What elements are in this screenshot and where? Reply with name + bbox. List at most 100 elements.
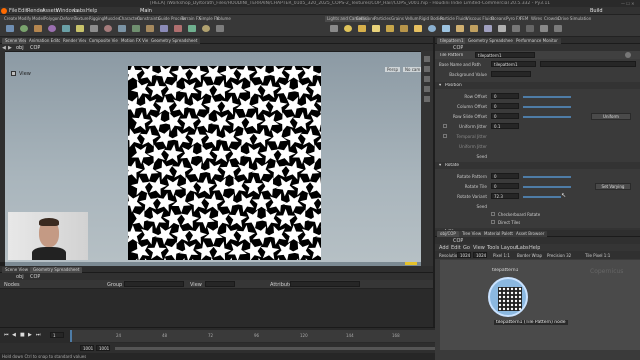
gamepad-camera-tool-icon[interactable]	[554, 25, 562, 32]
resolution-y[interactable]: 1024	[473, 252, 487, 258]
group-field[interactable]	[124, 281, 184, 287]
path-cop[interactable]: COP	[30, 45, 40, 51]
forward-arrow-icon[interactable]: ▶	[8, 45, 12, 51]
row-slide-slider[interactable]	[523, 116, 571, 118]
row-offset-field[interactable]: 0	[491, 93, 519, 99]
border-mode[interactable]: Border Wrap	[517, 253, 542, 258]
shelf-tab-texture[interactable]: Texture	[74, 16, 89, 22]
torus-tool-icon[interactable]	[48, 25, 56, 32]
stereo-camera-tool-icon[interactable]	[512, 25, 520, 32]
rotate-tile-field[interactable]: 0	[491, 183, 519, 189]
uniform-dropdown[interactable]: Uniform	[591, 113, 631, 120]
shelf-tab-vellum[interactable]: Vellum	[405, 16, 419, 22]
sky-light-tool-icon[interactable]	[442, 25, 450, 32]
view-dropdown[interactable]: View	[190, 282, 202, 288]
rotate-variant-field[interactable]: 72.3	[491, 193, 519, 199]
menu-help[interactable]: Help	[86, 8, 97, 14]
shelf-tab-polygon[interactable]: Polygon	[44, 16, 60, 22]
resolution-x[interactable]: 1024	[457, 252, 471, 258]
display-options-icon[interactable]	[424, 56, 430, 62]
tube-tool-icon[interactable]	[34, 25, 42, 32]
play-forward-icon[interactable]: ▶	[28, 332, 32, 338]
persp-menu[interactable]: Persp	[385, 67, 400, 72]
network-editor[interactable]: Copernicus tilepattern1 tilepattern1 (Ti…	[440, 260, 640, 350]
row-offset-slider[interactable]	[523, 96, 571, 98]
shelf-tab-crowds[interactable]: Crowds	[544, 16, 559, 22]
shelf-tab-fem[interactable]: FEM	[520, 16, 528, 22]
base-name-field[interactable]: tilepattern1	[491, 61, 536, 67]
play-back-icon[interactable]: ⏮	[4, 332, 9, 338]
skip-end-icon[interactable]: ⏭	[36, 332, 41, 338]
platonic-tool-icon[interactable]	[174, 25, 182, 32]
shelf-tab-muscles[interactable]: Muscles	[104, 16, 120, 22]
metaball-tool-icon[interactable]	[202, 25, 210, 32]
frame-start-field-2[interactable]: 1001	[96, 345, 110, 351]
curve-tool-icon[interactable]	[118, 25, 126, 32]
column-offset-slider[interactable]	[523, 106, 571, 108]
rotate-pattern-field[interactable]: 0	[491, 173, 519, 179]
shelf-tab-oceans[interactable]: Oceans	[491, 16, 506, 22]
base-path-field[interactable]	[540, 61, 636, 67]
environment-light-tool-icon[interactable]	[428, 25, 436, 32]
menu-labs[interactable]: Labs	[74, 8, 86, 14]
shelf-tab-create[interactable]: Create	[4, 16, 17, 22]
point-light-tool-icon[interactable]	[344, 25, 352, 32]
line-tool-icon[interactable]	[90, 25, 98, 32]
shelf-tab-modify[interactable]: Modify	[18, 16, 31, 22]
shelf-tab-particle-fluids[interactable]: Particle Fluids	[440, 16, 468, 22]
snapshot-icon[interactable]	[424, 66, 430, 72]
shelf-tab-drive-simulation[interactable]: Drive Simulation	[558, 16, 591, 22]
geometry-light-tool-icon[interactable]	[386, 25, 394, 32]
uniform-jitter-field[interactable]: 0.1	[491, 123, 519, 129]
menu-file[interactable]: File	[9, 8, 17, 14]
lights-icon[interactable]	[424, 96, 430, 102]
shelf-tab-grains[interactable]: Grains	[391, 16, 404, 22]
box-tool-icon[interactable]	[6, 25, 14, 32]
grid-tool-icon[interactable]	[62, 25, 70, 32]
lsystem-tool-icon[interactable]	[188, 25, 196, 32]
caustic-light-tool-icon[interactable]	[470, 25, 478, 32]
rotate-tile-slider[interactable]	[523, 186, 571, 188]
gi-light-tool-icon[interactable]	[456, 25, 464, 32]
pixel-size[interactable]: Pixel 1:1	[493, 253, 510, 258]
window-controls[interactable]: — ☐ ✕	[621, 1, 637, 6]
node-name-field[interactable]: tilepattern1	[475, 52, 535, 58]
checkerboard-rotate-checkbox[interactable]	[491, 212, 495, 216]
background-value-field[interactable]	[491, 71, 531, 77]
frame-start-field[interactable]: 1001	[80, 345, 94, 351]
null-tool-icon[interactable]	[76, 25, 84, 32]
position-section[interactable]: ▾ Position	[435, 82, 640, 89]
portal-light-tool-icon[interactable]	[484, 25, 492, 32]
wireframe-icon[interactable]	[424, 76, 430, 82]
ambient-light-tool-icon[interactable]	[498, 25, 506, 32]
switcher-tool-icon[interactable]	[540, 25, 548, 32]
shelf-tab-particles[interactable]: Particles	[374, 16, 391, 22]
shelf-tab-wires[interactable]: Wires	[531, 16, 542, 22]
shelf-tab-collisions[interactable]: Collisions	[356, 16, 375, 22]
playhead[interactable]	[70, 330, 72, 342]
shelf-tab-viscous-fluids[interactable]: Viscous Fluids	[466, 16, 494, 22]
camera-tool-icon[interactable]	[330, 25, 338, 32]
vr-camera-tool-icon[interactable]	[526, 25, 534, 32]
shelf-tab-constraints[interactable]: Constraints	[137, 16, 160, 22]
row-slide-field[interactable]: 0	[491, 113, 519, 119]
volume-light-tool-icon[interactable]	[400, 25, 408, 32]
path-obj[interactable]: obj	[16, 45, 24, 51]
tile-pixel[interactable]: Tile Pixel 1:1	[585, 253, 610, 258]
attributes-field[interactable]	[290, 281, 360, 287]
view-field[interactable]	[205, 281, 235, 287]
play-icon[interactable]: ◀	[12, 332, 16, 338]
set-varying-button[interactable]: Set Varying	[595, 183, 631, 190]
file-tool-icon[interactable]	[216, 25, 224, 32]
shelf-tab-terrain-fx[interactable]: Terrain FX	[181, 16, 201, 22]
circle-tool-icon[interactable]	[104, 25, 112, 32]
rotate-variant-slider[interactable]	[523, 196, 561, 198]
spot-light-tool-icon[interactable]	[358, 25, 366, 32]
column-offset-field[interactable]: 0	[491, 103, 519, 109]
rotate-section[interactable]: ▾ Rotate	[435, 162, 640, 169]
precision[interactable]: Precision 32	[547, 253, 571, 258]
current-frame-field[interactable]: 1	[50, 332, 64, 338]
stop-icon[interactable]: ■	[20, 332, 25, 338]
shelf-tab-model[interactable]: Model	[32, 16, 44, 22]
sphere-tool-icon[interactable]	[20, 25, 28, 32]
